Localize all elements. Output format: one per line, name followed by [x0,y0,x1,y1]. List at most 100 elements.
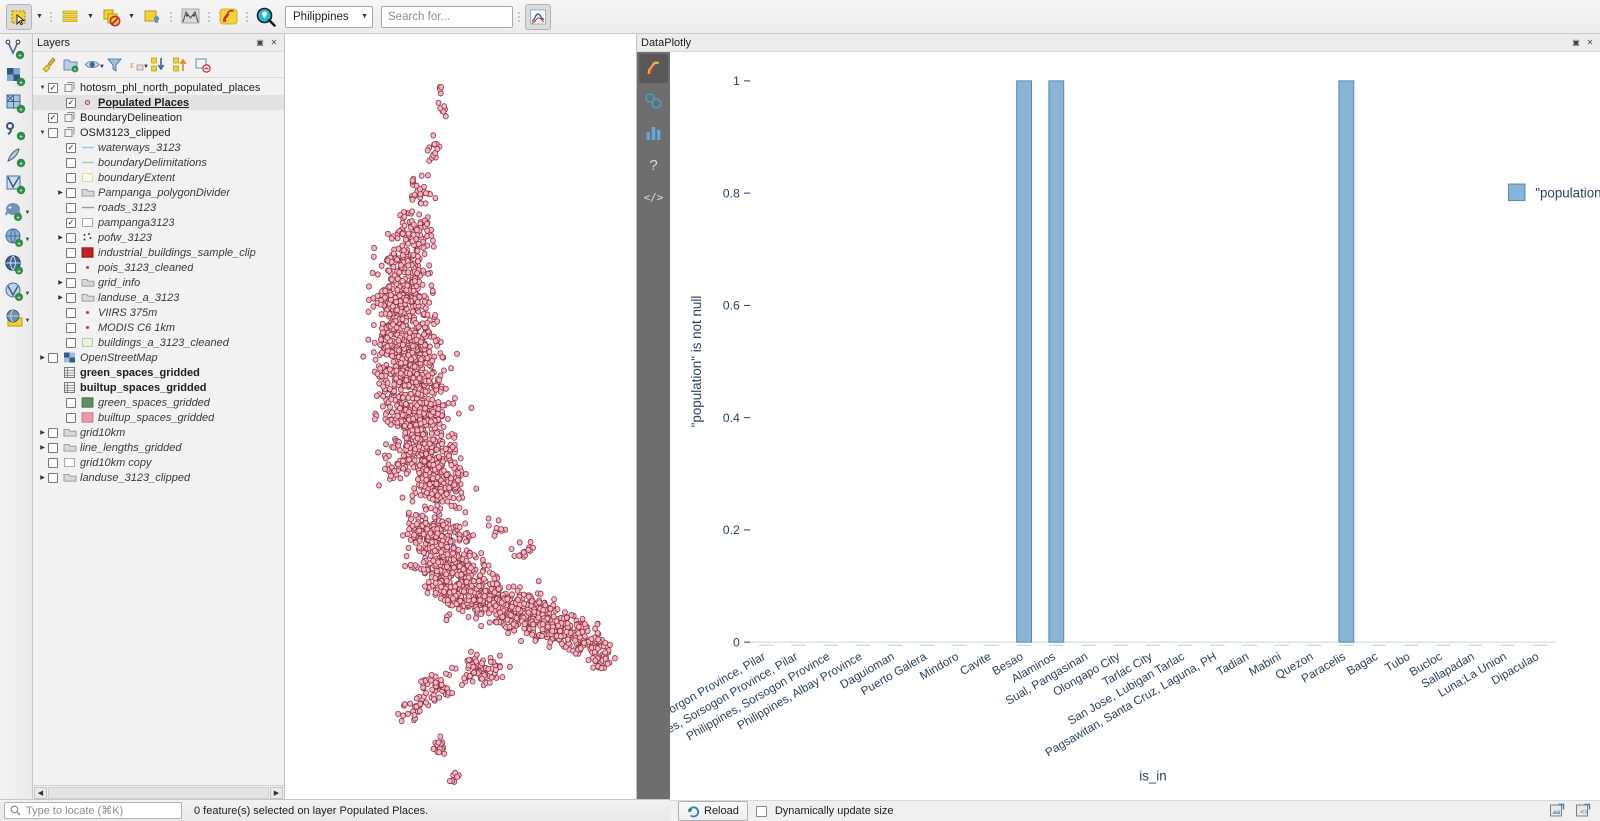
save-plot-html-button[interactable]: <> [1574,802,1592,820]
expand-arrow-icon[interactable]: ▶ [37,354,48,361]
layer-visibility-checkbox[interactable] [66,398,76,408]
layer-visibility-checkbox[interactable] [66,263,76,273]
layer-visibility-checkbox[interactable] [66,293,76,303]
save-plot-image-button[interactable] [1548,802,1566,820]
layer-visibility-checkbox[interactable] [66,188,76,198]
expand-arrow-icon[interactable]: ▶ [37,444,48,451]
mmqgis-button[interactable] [177,4,203,30]
layer-visibility-checkbox[interactable] [66,323,76,333]
layer-item-hotosm-phl-north-populated-places[interactable]: ▼✓hotosm_phl_north_populated_places [33,80,284,95]
collapse-arrow-icon[interactable]: ▼ [37,130,48,136]
toolbar-handle-3[interactable] [205,6,213,28]
toolbar-handle[interactable] [47,6,55,28]
close-icon[interactable]: ✕ [268,37,280,49]
collapse-arrow-icon[interactable]: ▼ [37,85,48,91]
expand-arrow-icon[interactable]: ▶ [55,234,66,241]
map-canvas[interactable] [285,34,636,799]
chevron-down-icon[interactable]: ▼ [25,237,31,243]
layer-item-modis-c6-1km[interactable]: MODIS C6 1km [33,320,284,335]
layer-item-landuse-3123-clipped[interactable]: ▶landuse_3123_clipped [33,470,284,485]
help-tab[interactable]: ? [639,150,668,179]
layer-item-pampanga3123[interactable]: ✓pampanga3123 [33,215,284,230]
expand-arrow-icon[interactable]: ▶ [55,279,66,286]
layer-item-industrial-buildings-sample-clip[interactable]: industrial_buildings_sample_clip [33,245,284,260]
scroll-track[interactable] [48,787,269,799]
layer-item-viirs-375m[interactable]: VIIRS 375m [33,305,284,320]
layer-visibility-checkbox[interactable]: ✓ [48,113,58,123]
filter-legend-button[interactable] [105,55,124,74]
float-icon[interactable]: ▣ [254,37,266,49]
dynamic-size-checkbox[interactable] [756,806,767,817]
expand-arrow-icon[interactable]: ▶ [37,429,48,436]
layer-item-boundarydelimitations[interactable]: boundaryDelimitations [33,155,284,170]
region-combo[interactable]: Philippines ▼ [285,6,373,28]
select-value-button[interactable] [139,4,165,30]
plot-svg-wrapper[interactable]: 00.20.40.60.81Philippines, Sorsorgon Pro… [670,52,1600,800]
deselect-features-button[interactable] [98,4,124,30]
layer-visibility-checkbox[interactable] [48,443,58,453]
layer-visibility-checkbox[interactable] [48,353,58,363]
layer-item-osm3123-clipped[interactable]: ▼OSM3123_clipped [33,125,284,140]
remove-layer-button[interactable] [193,55,212,74]
layer-item-builtup-spaces-gridded[interactable]: builtup_spaces_gridded [33,380,284,395]
chevron-down-icon[interactable]: ▼ [25,291,31,297]
layer-item-green-spaces-gridded[interactable]: green_spaces_gridded [33,395,284,410]
locate-input[interactable]: Type to locate (⌘K) [4,802,182,819]
layer-visibility-checkbox[interactable] [48,128,58,138]
layer-tree[interactable]: ▼✓hotosm_phl_north_populated_places✓Popu… [33,78,284,785]
toolbar-handle-4[interactable] [243,6,251,28]
open-layer-styling-button[interactable] [39,55,58,74]
layer-visibility-checkbox[interactable] [66,413,76,423]
add-wfs-layer-icon[interactable]: + ▼ [1,279,32,305]
expression-filter-button[interactable]: ε ▼ [127,55,146,74]
layers-horizontal-scrollbar[interactable]: ◀ ▶ [33,785,284,799]
deselect-features-dropdown[interactable]: ▼ [126,5,137,29]
layer-visibility-checkbox[interactable] [66,158,76,168]
collapse-all-button[interactable] [171,55,190,74]
close-icon[interactable]: ✕ [1584,37,1596,49]
layer-visibility-checkbox[interactable] [48,458,58,468]
layer-item-pofw-3123[interactable]: ▶pofw_3123 [33,230,284,245]
dataplotly-button[interactable] [525,4,551,30]
layer-visibility-checkbox[interactable] [66,173,76,183]
layer-visibility-checkbox[interactable] [66,203,76,213]
layer-visibility-checkbox[interactable] [66,233,76,243]
layer-item-openstreetmap[interactable]: ▶OpenStreetMap [33,350,284,365]
layer-item-pampanga-polygondivider[interactable]: ▶Pampanga_polygonDivider [33,185,284,200]
nominatim-search-button[interactable] [253,4,279,30]
add-vector-tile-layer-icon[interactable]: + [1,171,32,197]
layer-visibility-checkbox[interactable] [66,278,76,288]
add-spatialite-layer-icon[interactable]: + ▼ [1,225,32,251]
layer-visibility-checkbox[interactable] [66,338,76,348]
layer-visibility-checkbox[interactable]: ✓ [48,83,58,93]
layer-visibility-checkbox[interactable] [48,473,58,483]
scroll-right-arrow[interactable]: ▶ [270,787,283,799]
toolbar-handle-5[interactable] [515,6,523,28]
scroll-left-arrow[interactable]: ◀ [34,787,47,799]
layer-item-grid10km[interactable]: ▶grid10km [33,425,284,440]
search-input[interactable]: Search for... [381,6,513,28]
select-features-dropdown[interactable]: ▼ [34,5,45,29]
layer-item-boundarydelineation[interactable]: ✓BoundaryDelineation [33,110,284,125]
layer-item-builtup-spaces-gridded[interactable]: builtup_spaces_gridded [33,410,284,425]
code-tab[interactable]: </> [639,182,668,211]
plot-tab[interactable] [639,54,668,83]
chevron-down-icon[interactable]: ▼ [25,210,31,216]
plot-settings-tab[interactable] [639,86,668,115]
add-group-button[interactable]: + [61,55,80,74]
select-features-button[interactable] [6,4,32,30]
expand-arrow-icon[interactable]: ▶ [55,189,66,196]
layer-item-roads-3123[interactable]: roads_3123 [33,200,284,215]
layer-item-landuse-a-3123[interactable]: ▶landuse_a_3123 [33,290,284,305]
add-mesh-layer-icon[interactable]: + [1,90,32,116]
layer-item-pois-3123-cleaned[interactable]: pois_3123_cleaned [33,260,284,275]
layer-item-grid-info[interactable]: ▶grid_info [33,275,284,290]
layer-item-grid10km-copy[interactable]: grid10km copy [33,455,284,470]
layer-visibility-checkbox[interactable] [48,428,58,438]
toolbar-handle-2[interactable] [167,6,175,28]
layer-visibility-checkbox[interactable] [66,248,76,258]
expand-arrow-icon[interactable]: ▶ [37,474,48,481]
expand-all-button[interactable] [149,55,168,74]
add-line-feature-icon[interactable]: + [1,36,32,62]
bar-chart[interactable]: 00.20.40.60.81Philippines, Sorsorgon Pro… [670,52,1600,800]
